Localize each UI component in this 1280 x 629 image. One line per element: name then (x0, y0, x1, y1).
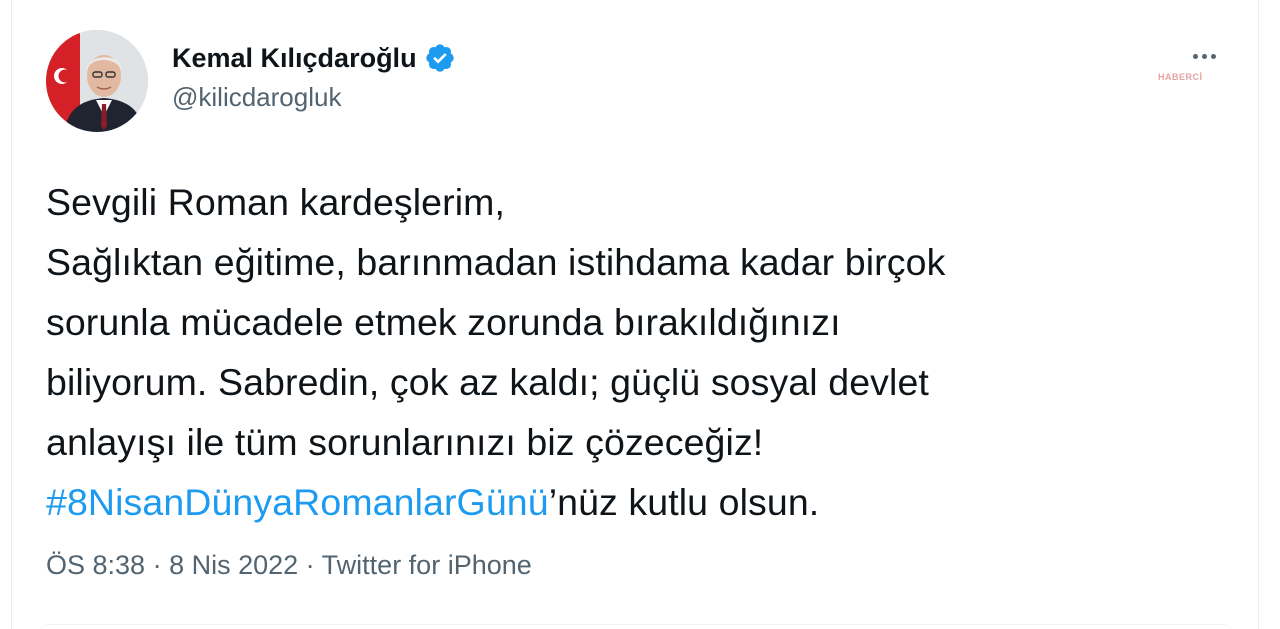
divider (46, 624, 1226, 625)
meta-separator: · (298, 550, 322, 580)
author-handle[interactable]: @kilicdarogluk (172, 82, 341, 113)
hashtag-link[interactable]: #8NisanDünyaRomanlarGünü (46, 481, 549, 523)
more-options-icon[interactable] (1182, 46, 1226, 66)
tweet-line: Sağlıktan eğitime, barınmadan istihdama … (46, 241, 946, 283)
meta-separator: · (145, 550, 170, 580)
tweet-time[interactable]: ÖS 8:38 (46, 550, 145, 580)
tweet-source[interactable]: Twitter for iPhone (322, 550, 532, 580)
avatar[interactable] (46, 30, 148, 132)
tweet-line: sorunla mücadele etmek zorunda bırakıldı… (46, 301, 841, 343)
verified-badge-icon (425, 44, 454, 72)
tweet-meta: ÖS 8:38 · 8 Nis 2022 · Twitter for iPhon… (46, 550, 532, 581)
author-display-name[interactable]: Kemal Kılıçdaroğlu (172, 43, 417, 74)
tweet-line: biliyorum. Sabredin, çok az kaldı; güçlü… (46, 361, 929, 403)
hashtag-suffix: ’nüz kutlu olsun. (548, 481, 820, 523)
avatar-image (46, 30, 148, 132)
watermark: HABERCİ (1158, 72, 1203, 82)
tweet-card: Kemal Kılıçdaroğlu @kilicdarogluk HABERC… (11, 0, 1259, 629)
tweet-date[interactable]: 8 Nis 2022 (169, 550, 298, 580)
tweet-line: anlayışı ile tüm sorunlarınızı biz çözec… (46, 421, 764, 463)
tweet-line-hashtag: #8NisanDünyaRomanlarGünü’nüz kutlu olsun… (46, 472, 1226, 532)
tweet-text: Sevgili Roman kardeşlerim, Sağlıktan eği… (46, 172, 1226, 532)
tweet-line: Sevgili Roman kardeşlerim, (46, 181, 506, 223)
author-name-row: Kemal Kılıçdaroğlu (172, 40, 456, 76)
